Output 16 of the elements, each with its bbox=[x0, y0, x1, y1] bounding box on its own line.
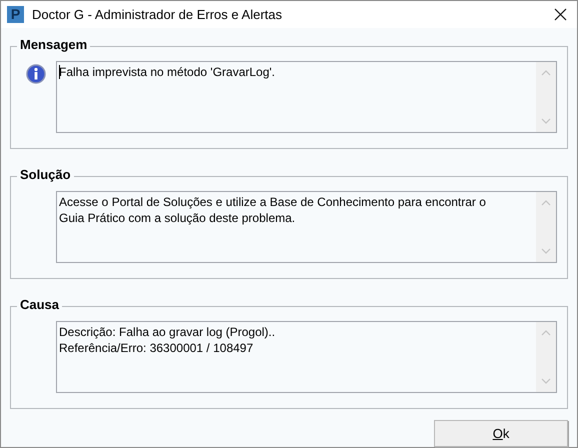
group-title: Solução bbox=[17, 167, 74, 183]
info-icon bbox=[26, 64, 46, 84]
scroll-up-icon[interactable] bbox=[541, 70, 551, 76]
app-logo: P bbox=[7, 6, 24, 23]
text-area[interactable]: Descrição: Falha ao gravar log (Progol).. Referência/Erro: 36300001 / 108497 bbox=[56, 321, 557, 393]
scroll-down-icon[interactable] bbox=[541, 248, 551, 254]
scroll-up-icon[interactable] bbox=[541, 330, 551, 336]
close-icon[interactable] bbox=[554, 8, 567, 21]
window-title: Doctor G - Administrador de Erros e Alertas bbox=[32, 6, 282, 24]
text-area[interactable]: Acesse o Portal de Soluções e utilize a Base de Conhecimento para encontrar o Guia Prático com a solução deste problema. bbox=[56, 191, 557, 263]
scroll-down-icon[interactable] bbox=[541, 118, 551, 124]
scroll-up-icon[interactable] bbox=[541, 200, 551, 206]
group-title: Mensagem bbox=[17, 37, 90, 53]
scroll-down-icon[interactable] bbox=[541, 378, 551, 384]
text-area[interactable]: Falha imprevista no método 'GravarLog'. bbox=[56, 61, 557, 133]
ok-button[interactable]: Ok bbox=[434, 420, 568, 447]
